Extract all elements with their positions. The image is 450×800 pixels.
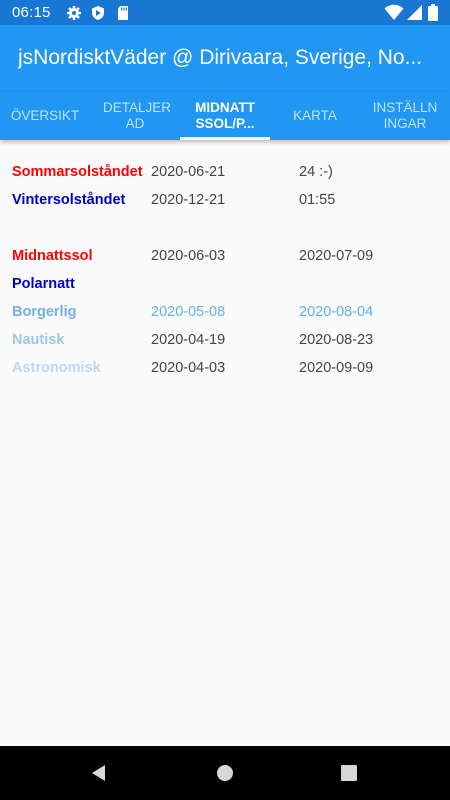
row-start-date: 2020-04-03: [151, 360, 226, 376]
tab-oversikt[interactable]: ÖVERSIKT: [0, 92, 90, 140]
period-row: Nautisk 2020-04-19 2020-08-23: [0, 329, 450, 351]
system-nav-bar: [0, 746, 450, 800]
tab-installningar[interactable]: INSTÄLLN INGAR: [360, 92, 450, 140]
tab-label: KARTA: [293, 108, 337, 123]
row-value: 24 :-): [299, 164, 333, 180]
row-name: Nautisk: [12, 332, 65, 348]
row-value: 01:55: [299, 192, 336, 208]
signal-icon: [407, 5, 422, 20]
tab-indicator: [180, 137, 270, 140]
tab-bar: ÖVERSIKT DETALJER AD MIDNATT SSOL/P... K…: [0, 92, 450, 140]
row-date: 2020-12-21: [151, 192, 226, 208]
solstice-row: Vintersolståndet 2020-12-21 01:55: [0, 189, 450, 211]
tab-label: DETALJER AD: [103, 100, 172, 131]
home-button[interactable]: [195, 746, 255, 800]
tab-midnattssol[interactable]: MIDNATT SSOL/P...: [180, 92, 270, 140]
recents-button[interactable]: [319, 746, 379, 800]
sd-card-icon: [118, 6, 128, 20]
app-title: jsNordisktVäder @ Dirivaara, Sverige, No…: [18, 46, 423, 69]
row-name: Midnattssol: [12, 248, 93, 264]
wifi-icon: [384, 4, 404, 20]
tab-karta[interactable]: KARTA: [270, 92, 360, 140]
recents-icon: [341, 765, 357, 781]
row-name: Sommarsolståndet: [12, 164, 143, 180]
period-row: Astronomisk 2020-04-03 2020-09-09: [0, 357, 450, 379]
row-start-date: 2020-04-19: [151, 332, 226, 348]
row-name: Astronomisk: [12, 360, 101, 376]
shield-icon: [92, 6, 104, 20]
tab-label: MIDNATT SSOL/P...: [195, 100, 255, 131]
row-end-date: 2020-08-04: [299, 304, 374, 320]
row-start-date: 2020-06-03: [151, 248, 226, 264]
row-end-date: 2020-07-09: [299, 248, 374, 264]
row-start-date: 2020-05-08: [151, 304, 226, 320]
period-row: Polarnatt: [0, 273, 450, 295]
home-icon: [217, 765, 233, 781]
status-bar: 06:15: [0, 0, 450, 25]
row-name: Borgerlig: [12, 304, 77, 320]
row-name: Polarnatt: [12, 276, 75, 292]
tab-label: INSTÄLLN INGAR: [372, 100, 438, 131]
status-time: 06:15: [12, 4, 51, 21]
tab-detaljer[interactable]: DETALJER AD: [90, 92, 180, 140]
app-bar: jsNordisktVäder @ Dirivaara, Sverige, No…: [0, 25, 450, 92]
tab-label: ÖVERSIKT: [10, 108, 80, 123]
row-end-date: 2020-09-09: [299, 360, 374, 376]
settings-gear-icon: [67, 6, 81, 20]
period-row: Midnattssol 2020-06-03 2020-07-09: [0, 245, 450, 267]
solstice-row: Sommarsolståndet 2020-06-21 24 :-): [0, 161, 450, 183]
row-date: 2020-06-21: [151, 164, 226, 180]
row-end-date: 2020-08-23: [299, 332, 374, 348]
battery-icon: [428, 4, 438, 21]
row-name: Vintersolståndet: [12, 192, 126, 208]
back-icon: [92, 765, 105, 781]
period-row: Borgerlig 2020-05-08 2020-08-04: [0, 301, 450, 323]
back-button[interactable]: [69, 746, 129, 800]
